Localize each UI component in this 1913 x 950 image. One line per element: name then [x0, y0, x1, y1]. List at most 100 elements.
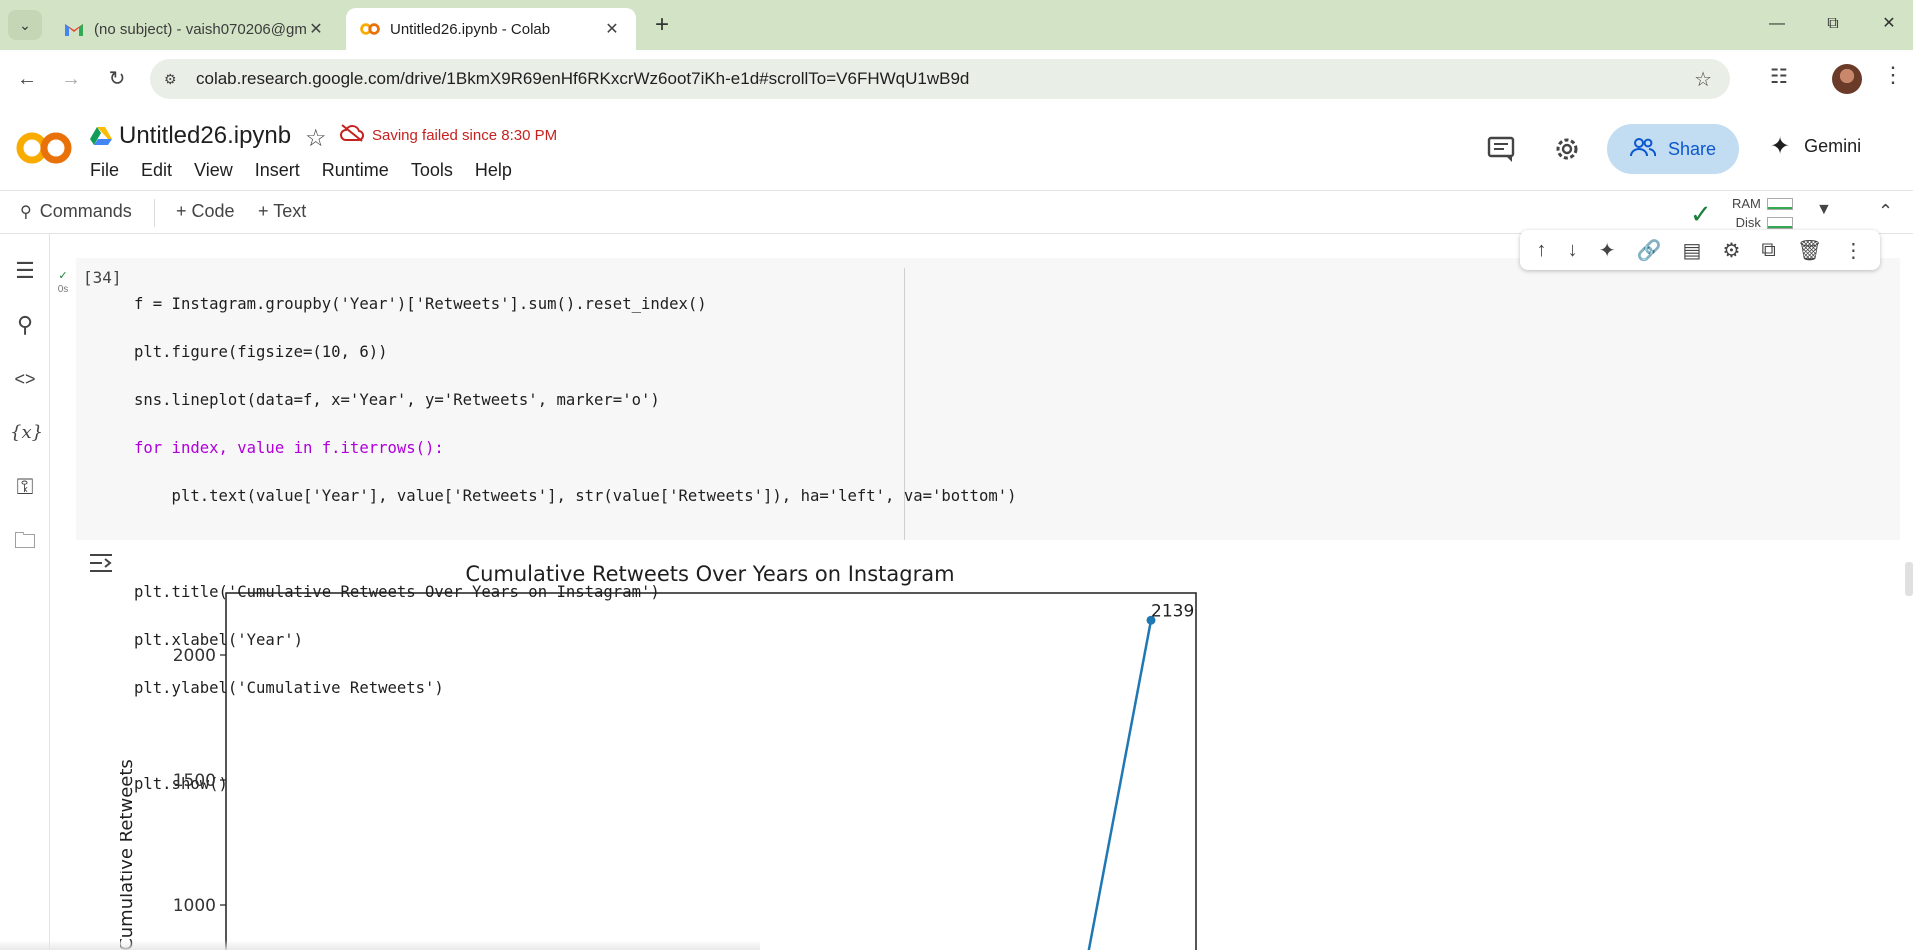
menu-tools[interactable]: Tools	[411, 160, 453, 181]
code-line: plt.text(value['Year'], value['Retweets'…	[134, 487, 1017, 505]
add-code-button[interactable]: + Code	[176, 201, 235, 222]
browser-tab-bar: ⌄ (no subject) - vaish070206@gm ✕ Untitl…	[0, 0, 1913, 50]
disk-bar	[1766, 216, 1793, 229]
colab-icon	[360, 21, 380, 37]
connected-check-icon: ✓	[1690, 199, 1712, 229]
menu-runtime[interactable]: Runtime	[322, 160, 389, 181]
add-text-label: + Text	[258, 201, 307, 221]
variables-icon[interactable]: {x}	[10, 418, 43, 448]
site-info-icon[interactable]: ⚙	[164, 71, 184, 88]
gemini-button[interactable]: ✦ Gemini	[1770, 132, 1861, 161]
chevron-down-icon: ⌄	[19, 16, 31, 33]
add-code-label: + Code	[176, 201, 235, 221]
star-icon[interactable]: ☆	[305, 124, 327, 153]
browser-tab-colab[interactable]: Untitled26.ipynb - Colab ✕	[346, 8, 636, 50]
window-close-button[interactable]: ✕	[1866, 10, 1912, 38]
bookmark-star-icon[interactable]: ☆	[1694, 67, 1712, 92]
chart-series: 2139	[1087, 601, 1194, 950]
ram-bar	[1766, 197, 1793, 210]
ram-label: RAM	[1732, 196, 1761, 211]
notebook-toolbar: ⚲ Commands + Code + Text ✓ RAM Disk ▼ ⌃	[0, 190, 1913, 234]
y-tick-label: 1000	[173, 896, 216, 916]
menu-edit[interactable]: Edit	[141, 160, 172, 181]
notebook-title[interactable]: Untitled26.ipynb	[119, 122, 291, 150]
move-up-icon[interactable]: ↑	[1537, 239, 1547, 262]
code-line: ​	[134, 532, 1017, 556]
browser-tab-gmail[interactable]: (no subject) - vaish070206@gm ✕	[50, 8, 340, 50]
google-drive-icon[interactable]	[90, 126, 112, 146]
share-button[interactable]: Share	[1607, 124, 1739, 174]
left-sidebar: ☰ ⚲ <> {x} ⚿ 🗀	[0, 234, 50, 950]
menu-help[interactable]: Help	[475, 160, 512, 181]
y-axis-ticks: 1000 1500 2000	[173, 646, 226, 916]
runtime-dropdown-icon[interactable]: ▼	[1816, 201, 1832, 219]
minimize-button[interactable]: —	[1754, 10, 1800, 38]
comment-icon[interactable]: ▤	[1683, 238, 1702, 263]
mirror-cell-icon[interactable]: ⧉	[1762, 239, 1776, 262]
restore-button[interactable]: ⧉	[1810, 10, 1856, 38]
address-bar-row: ← → ↻ ⚙ colab.research.google.com/drive/…	[0, 50, 1913, 108]
colab-header: Untitled26.ipynb ☆ Saving failed since 8…	[0, 108, 1913, 190]
commands-label: Commands	[39, 201, 132, 221]
y-tick-label: 2000	[173, 646, 216, 666]
files-folder-icon[interactable]: 🗀	[10, 526, 40, 556]
scrollbar-thumb[interactable]	[1905, 562, 1913, 596]
reload-button[interactable]: ↻	[102, 64, 132, 94]
save-status-text: Saving failed since 8:30 PM	[372, 126, 558, 144]
toolbar-divider	[154, 199, 155, 227]
find-icon[interactable]: ⚲	[10, 310, 40, 340]
code-line: f = Instagram.groupby('Year')['Retweets'…	[134, 295, 707, 313]
code-line: sns.lineplot(data=f, x='Year', y='Retwee…	[134, 391, 660, 409]
code-line: plt.figure(figsize=(10, 6))	[134, 343, 388, 361]
tab-search-button[interactable]: ⌄	[8, 10, 42, 40]
menu-view[interactable]: View	[194, 160, 233, 181]
code-line: for index, value in f.iterrows():	[134, 439, 444, 457]
forward-button[interactable]: →	[56, 64, 86, 94]
share-label: Share	[1667, 138, 1717, 159]
extensions-icon[interactable]: ☷	[1770, 64, 1788, 89]
commands-button[interactable]: ⚲ Commands	[20, 201, 132, 222]
url-bar[interactable]: ⚙ colab.research.google.com/drive/1BkmX9…	[150, 59, 1730, 99]
code-snippets-icon[interactable]: <>	[10, 364, 40, 394]
browser-menu-icon[interactable]: ⋮	[1882, 62, 1904, 88]
cloud-off-icon	[340, 124, 366, 146]
settings-gear-icon[interactable]: ⚙	[1723, 238, 1741, 263]
y-tick-label: 1500	[173, 771, 216, 791]
link-icon[interactable]: 🔗	[1637, 238, 1662, 263]
resource-monitor[interactable]: RAM Disk	[1732, 194, 1793, 232]
tab-title: (no subject) - vaish070206@gm	[94, 20, 306, 38]
y-axis-label: Cumulative Retweets	[120, 759, 137, 950]
gemini-spark-icon: ✦	[1770, 133, 1791, 160]
gemini-spark-icon[interactable]: ✦	[1599, 238, 1616, 263]
data-label: 2139	[1151, 601, 1194, 621]
table-of-contents-icon[interactable]: ☰	[10, 256, 40, 286]
plot-area	[225, 592, 1197, 950]
menu-insert[interactable]: Insert	[255, 160, 300, 181]
back-button[interactable]: ←	[12, 64, 42, 94]
colab-logo[interactable]	[16, 128, 72, 168]
collapse-header-icon[interactable]: ⌃	[1878, 201, 1893, 222]
search-icon: ⚲	[20, 203, 32, 221]
delete-icon[interactable]: 🗑	[1797, 238, 1822, 263]
success-check-icon: ✓	[58, 270, 68, 282]
save-status[interactable]: Saving failed since 8:30 PM	[340, 124, 557, 146]
new-tab-button[interactable]: +	[648, 12, 676, 40]
cell-toolbar: ↑ ↓ ✦ 🔗 ▤ ⚙ ⧉ 🗑 ⋮	[1520, 230, 1880, 270]
profile-avatar[interactable]	[1832, 64, 1862, 94]
settings-gear-icon[interactable]	[1552, 134, 1584, 166]
menu-file[interactable]: File	[90, 160, 119, 181]
menu-bar: File Edit View Insert Runtime Tools Help	[90, 160, 534, 181]
output-toggle-icon[interactable]	[88, 550, 114, 576]
more-options-icon[interactable]: ⋮	[1843, 238, 1863, 263]
close-icon[interactable]: ✕	[306, 19, 326, 39]
tab-title: Untitled26.ipynb - Colab	[390, 20, 551, 38]
secrets-key-icon[interactable]: ⚿	[10, 472, 40, 502]
line-chart: Cumulative Retweets Over Years on Instag…	[120, 562, 1197, 950]
close-icon[interactable]: ✕	[602, 19, 622, 39]
move-down-icon[interactable]: ↓	[1568, 239, 1578, 262]
chart-title: Cumulative Retweets Over Years on Instag…	[465, 562, 954, 586]
bottom-scroll-shadow	[0, 940, 760, 950]
add-text-button[interactable]: + Text	[258, 201, 306, 222]
gemini-label: Gemini	[1804, 136, 1862, 156]
comment-icon[interactable]	[1486, 134, 1518, 166]
